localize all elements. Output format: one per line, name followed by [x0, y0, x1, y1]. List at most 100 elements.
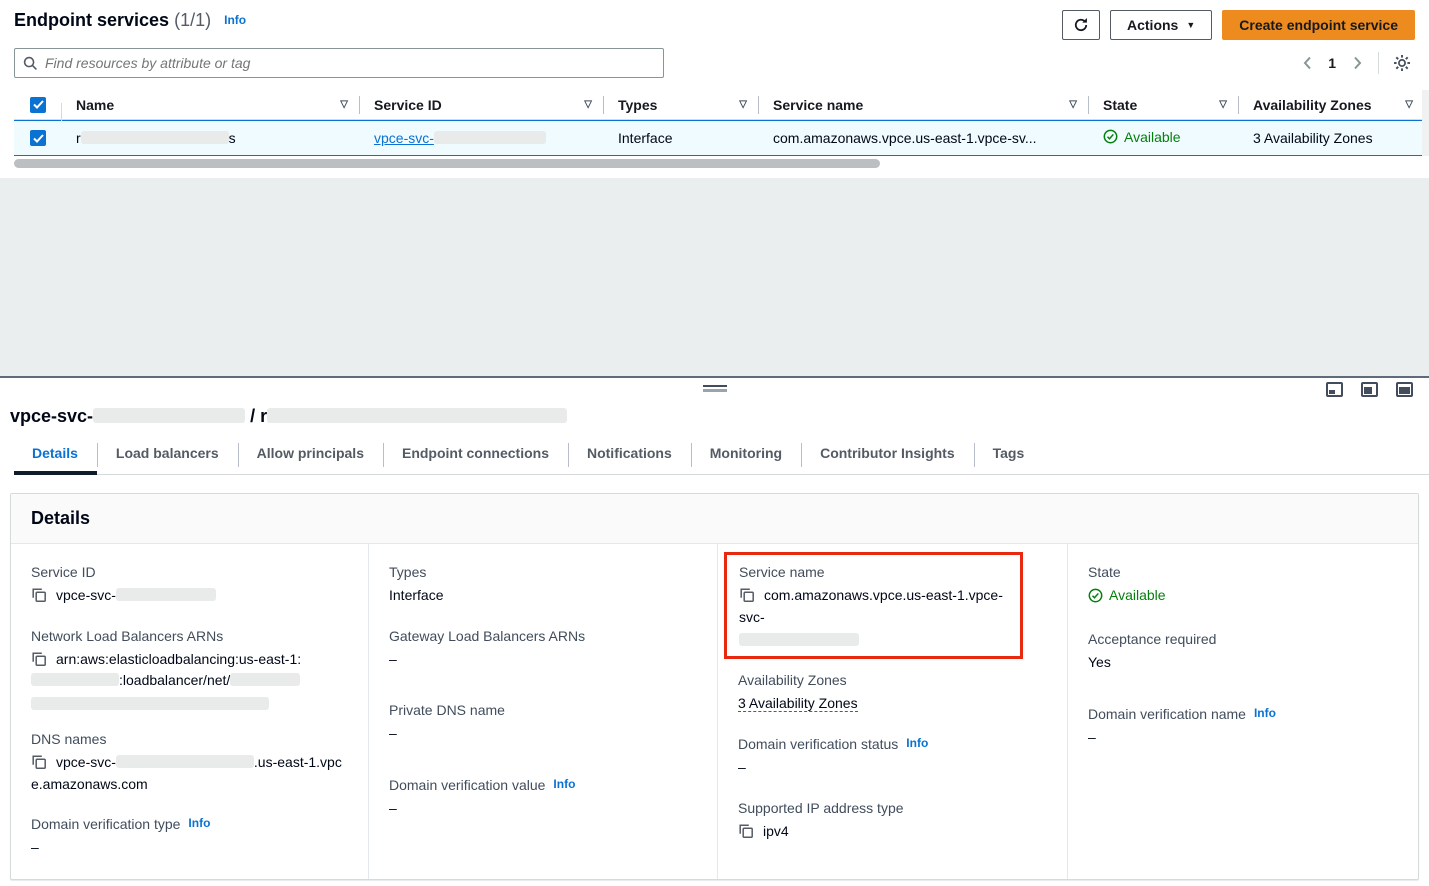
- table-header-row: Name ▽ Service ID ▽ Types ▽ Service name…: [14, 90, 1429, 120]
- actions-button-label: Actions: [1127, 17, 1178, 33]
- column-header-state[interactable]: State ▽: [1089, 90, 1239, 120]
- table-row[interactable]: rs vpce-svc- Interface com.amazonaws.vpc…: [14, 120, 1429, 156]
- page-title-text: Endpoint services: [14, 10, 169, 30]
- column-header-label: Availability Zones: [1253, 97, 1372, 113]
- search-box[interactable]: [14, 48, 664, 78]
- field-label: Availability Zones: [738, 672, 1047, 688]
- field-value: –: [1088, 727, 1398, 749]
- status-badge: Available: [1103, 129, 1181, 145]
- filter-icon[interactable]: ▽: [1219, 99, 1227, 110]
- column-header-availability-zones[interactable]: Availability Zones ▽: [1239, 90, 1425, 120]
- copy-icon[interactable]: [31, 651, 47, 667]
- search-input[interactable]: [45, 55, 655, 71]
- field-label: Network Load Balancers ARNs: [31, 628, 348, 644]
- panel-tabs: Details Load balancers Allow principals …: [14, 443, 1429, 475]
- field-label: Domain verification valueInfo: [389, 777, 697, 793]
- current-page-number[interactable]: 1: [1328, 55, 1336, 71]
- list-header-row: Endpoint services (1/1) Info Actions ▼ C…: [14, 10, 1415, 40]
- filter-icon[interactable]: ▽: [340, 99, 348, 110]
- info-link[interactable]: Info: [1254, 706, 1276, 720]
- details-column-3: Service name com.amazonaws.vpce.us-east-…: [717, 544, 1067, 879]
- copy-icon[interactable]: [738, 823, 754, 839]
- field-label: Domain verification typeInfo: [31, 816, 348, 832]
- panel-drag-handle[interactable]: [703, 385, 727, 392]
- tab-details[interactable]: Details: [14, 443, 97, 475]
- select-all-checkbox[interactable]: [30, 97, 46, 113]
- pagination-divider: [1378, 52, 1379, 74]
- row-checkbox[interactable]: [30, 130, 46, 146]
- column-header-service-name[interactable]: Service name ▽: [759, 90, 1089, 120]
- value-text: :loadbalancer/net/: [119, 672, 230, 688]
- column-header-name[interactable]: Name ▽: [62, 90, 360, 120]
- check-circle-icon: [1103, 129, 1118, 144]
- field-nlb-arns: Network Load Balancers ARNs arn:aws:elas…: [31, 628, 348, 710]
- field-dns-names: DNS names vpce-svc-.us-east-1.vpce.amazo…: [31, 731, 348, 795]
- panel-size-large-icon[interactable]: [1396, 382, 1413, 397]
- copy-icon[interactable]: [31, 587, 47, 603]
- tab-notifications[interactable]: Notifications: [568, 443, 691, 475]
- service-name-text: com.amazonaws.vpce.us-east-1.vpce-sv...: [773, 130, 1037, 146]
- filter-icon[interactable]: ▽: [1069, 99, 1077, 110]
- next-page-button[interactable]: [1346, 52, 1368, 74]
- availability-zones-popover-link[interactable]: 3 Availability Zones: [738, 695, 858, 712]
- tab-tags[interactable]: Tags: [974, 443, 1044, 475]
- name-text: r: [76, 130, 81, 146]
- name-text: s: [229, 130, 236, 146]
- field-value: arn:aws:elasticloadbalancing:us-east-1::…: [31, 649, 348, 710]
- service-id-link[interactable]: vpce-svc-: [374, 130, 546, 146]
- select-all-cell: [14, 97, 62, 113]
- field-value: –: [389, 723, 697, 745]
- tab-contributor-insights[interactable]: Contributor Insights: [801, 443, 974, 475]
- vertical-scrollbar[interactable]: [1422, 90, 1429, 156]
- horizontal-scrollbar-thumb[interactable]: [14, 159, 880, 168]
- filter-icon[interactable]: ▽: [739, 99, 747, 110]
- tab-endpoint-connections[interactable]: Endpoint connections: [383, 443, 568, 475]
- panel-title-separator: /: [250, 406, 255, 426]
- field-value: –: [389, 649, 697, 671]
- preferences-gear-button[interactable]: [1389, 50, 1415, 76]
- column-header-label: Types: [618, 97, 657, 113]
- copy-icon[interactable]: [31, 754, 47, 770]
- panel-size-medium-icon[interactable]: [1361, 382, 1378, 397]
- filter-icon[interactable]: ▽: [584, 99, 592, 110]
- copy-icon[interactable]: [739, 587, 755, 603]
- redacted-text: [116, 755, 254, 768]
- content-backdrop: [0, 178, 1429, 376]
- field-value: Available: [1088, 585, 1398, 610]
- actions-button[interactable]: Actions ▼: [1110, 10, 1212, 40]
- column-header-types[interactable]: Types ▽: [604, 90, 759, 120]
- panel-size-small-icon[interactable]: [1326, 382, 1343, 397]
- create-button-label: Create endpoint service: [1239, 17, 1398, 33]
- field-value: –: [389, 798, 697, 820]
- tab-allow-principals[interactable]: Allow principals: [238, 443, 383, 475]
- field-service-name: Service name com.amazonaws.vpce.us-east-…: [739, 564, 1008, 646]
- field-glb-arns: Gateway Load Balancers ARNs –: [389, 628, 697, 671]
- field-label: Private DNS name: [389, 702, 697, 718]
- filter-icon[interactable]: ▽: [1405, 99, 1413, 110]
- redacted-text: [230, 673, 300, 686]
- tab-load-balancers[interactable]: Load balancers: [97, 443, 238, 475]
- availability-zones-popover-link[interactable]: 3 Availability Zones: [1253, 130, 1373, 146]
- refresh-button[interactable]: [1062, 10, 1100, 40]
- service-id-text: vpce-svc-: [374, 130, 434, 146]
- horizontal-scrollbar[interactable]: [14, 159, 1415, 168]
- split-panel: vpce-svc- / r Details Load balancers All…: [0, 376, 1429, 886]
- title-info-link[interactable]: Info: [224, 13, 246, 27]
- value-text: ipv4: [763, 823, 789, 839]
- field-label: Types: [389, 564, 697, 580]
- info-link[interactable]: Info: [188, 816, 210, 830]
- column-header-service-id[interactable]: Service ID ▽: [360, 90, 604, 120]
- controls-row: 1: [14, 48, 1415, 78]
- redacted-text: [31, 697, 269, 710]
- create-endpoint-service-button[interactable]: Create endpoint service: [1222, 10, 1415, 40]
- info-link[interactable]: Info: [906, 736, 928, 750]
- tab-monitoring[interactable]: Monitoring: [691, 443, 801, 475]
- field-label: Gateway Load Balancers ARNs: [389, 628, 697, 644]
- previous-page-button[interactable]: [1296, 52, 1318, 74]
- value-text: vpce-svc-: [56, 587, 116, 603]
- field-label: Service name: [739, 564, 1008, 580]
- gear-icon: [1393, 54, 1411, 72]
- info-link[interactable]: Info: [553, 777, 575, 791]
- field-service-id: Service ID vpce-svc-: [31, 564, 348, 607]
- pagination: 1: [1296, 50, 1415, 76]
